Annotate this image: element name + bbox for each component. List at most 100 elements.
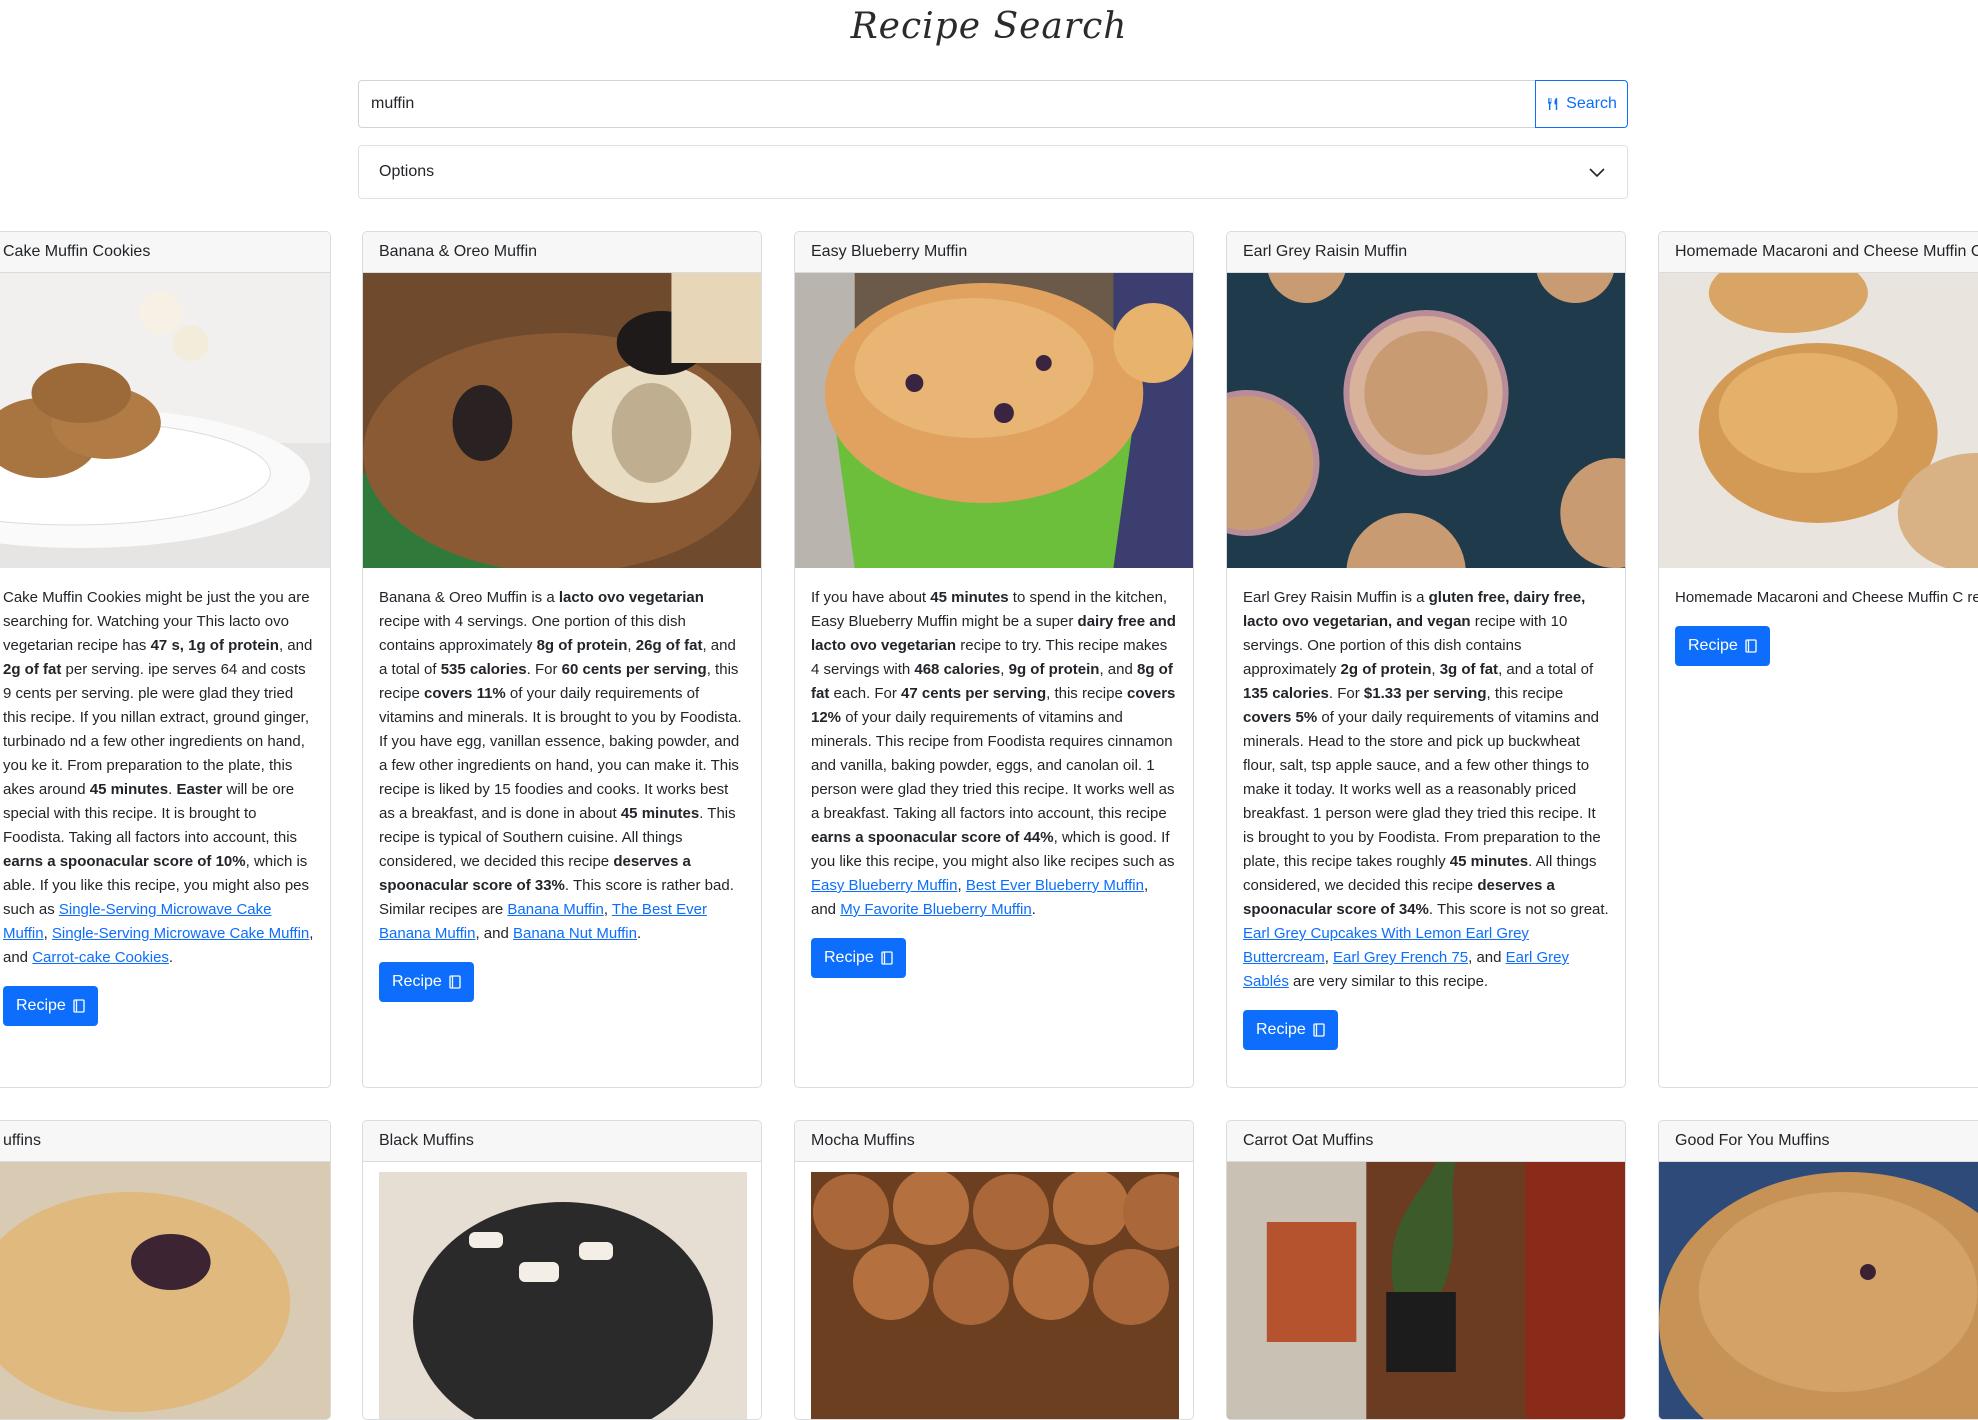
summary-highlight: 45 minutes xyxy=(930,589,1009,606)
recipe-image xyxy=(795,273,1193,568)
search-button-label: Search xyxy=(1566,95,1617,112)
recipe-card-title: Mocha Muffins xyxy=(795,1121,1193,1162)
summary-highlight: earns a spoonacular score of 10% xyxy=(3,853,246,870)
similar-recipe-link[interactable]: Single-Serving Microwave Cake Muffin xyxy=(52,925,309,942)
summary-highlight: earns a spoonacular score of 44% xyxy=(811,829,1054,846)
recipe-button[interactable]: Recipe xyxy=(1675,626,1770,666)
summary-highlight: 8g of protein xyxy=(536,637,628,654)
recipe-card-title: Good For You Muffins xyxy=(1659,1121,1978,1162)
recipe-title-text: Cake Muffin Cookies xyxy=(3,243,151,260)
recipe-button-label: Recipe xyxy=(1256,1021,1306,1038)
recipe-card-title: Banana & Oreo Muffin xyxy=(363,232,761,273)
summary-highlight: 2g of protein xyxy=(1340,661,1432,678)
similar-recipe-link[interactable]: Banana Nut Muffin xyxy=(513,925,637,942)
summary-highlight: Easter xyxy=(176,781,223,798)
recipe-button[interactable]: Recipe xyxy=(1243,1010,1338,1050)
summary-highlight: 60 cents per serving xyxy=(561,661,707,678)
summary-text: , and xyxy=(1468,949,1506,966)
summary-highlight: 468 calories xyxy=(914,661,1001,678)
recipe-title-text: uffins xyxy=(3,1132,41,1149)
options-accordion[interactable]: Options xyxy=(358,145,1628,199)
summary-text: , xyxy=(1324,949,1334,966)
summary-text: If you have about xyxy=(811,589,931,606)
recipe-card-title: Black Muffins xyxy=(363,1121,761,1162)
summary-text: , and xyxy=(278,637,313,654)
search-bar: Search xyxy=(358,80,1628,128)
recipe-image xyxy=(811,1172,1179,1419)
summary-text: Earl Grey Raisin Muffin is a xyxy=(1243,589,1429,606)
summary-text: akes around xyxy=(3,781,90,798)
summary-text: Homemade Macaroni and Cheese Muffin C xyxy=(1675,589,1968,606)
recipe-card: Mocha Muffins xyxy=(794,1120,1194,1420)
recipe-title-text: Carrot Oat Muffins xyxy=(1243,1132,1374,1149)
summary-text: . xyxy=(1031,901,1036,918)
similar-recipe-link[interactable]: Easy Blueberry Muffin xyxy=(811,877,957,894)
summary-text: , xyxy=(627,637,636,654)
recipe-image xyxy=(0,1162,330,1419)
summary-highlight: 9g of protein xyxy=(1008,661,1100,678)
similar-recipe-link[interactable]: Carrot-cake Cookies xyxy=(32,949,169,966)
similar-recipe-link[interactable]: Banana Muffin xyxy=(507,901,603,918)
summary-text: , and a total of xyxy=(1498,661,1594,678)
recipe-button-label: Recipe xyxy=(392,973,442,990)
recipe-card: Homemade Macaroni and Cheese Muffin C Ho… xyxy=(1658,231,1978,1088)
summary-text: , and xyxy=(1099,661,1137,678)
summary-text: Banana & Oreo Muffin is a xyxy=(379,589,559,606)
recipe-button[interactable]: Recipe xyxy=(379,962,474,1002)
book-icon xyxy=(881,951,893,965)
recipe-card: Easy Blueberry Muffin If you have about … xyxy=(794,231,1194,1088)
recipe-card-title: Earl Grey Raisin Muffin xyxy=(1227,232,1625,273)
summary-text: each. For xyxy=(829,685,902,702)
recipe-card-title: Easy Blueberry Muffin xyxy=(795,232,1193,273)
book-icon xyxy=(73,999,85,1013)
similar-recipe-link[interactable]: My Favorite Blueberry Muffin xyxy=(840,901,1031,918)
book-icon xyxy=(1745,639,1757,653)
recipe-title-text: Easy Blueberry Muffin xyxy=(811,243,968,260)
summary-highlight: s, 1g of protein xyxy=(171,637,279,654)
search-input[interactable] xyxy=(358,80,1535,128)
summary-highlight: lacto ovo vegetarian xyxy=(558,589,704,606)
recipe-summary: Cake Muffin Cookies might be just the yo… xyxy=(3,586,314,970)
summary-highlight: 47 xyxy=(150,637,168,654)
summary-text: , xyxy=(1431,661,1440,678)
summary-highlight: 3g of fat xyxy=(1439,661,1499,678)
summary-text: Cake Muffin Cookies might be just the xyxy=(3,589,260,606)
summary-highlight: 45 minutes xyxy=(620,805,700,822)
recipe-button[interactable]: Recipe xyxy=(3,986,98,1026)
recipe-image xyxy=(0,273,330,568)
similar-recipe-link[interactable]: Best Ever Blueberry Muffin xyxy=(966,877,1144,894)
recipe-card: uffins xyxy=(0,1120,331,1420)
chevron-down-icon xyxy=(1589,168,1605,178)
recipe-image xyxy=(1659,273,1978,568)
book-icon xyxy=(449,975,461,989)
recipe-card: Carrot Oat Muffins xyxy=(1226,1120,1626,1420)
book-icon xyxy=(1313,1023,1325,1037)
summary-text: , which is xyxy=(245,853,308,870)
summary-highlight: 535 calories xyxy=(440,661,527,678)
summary-text: , and xyxy=(475,925,513,942)
recipe-title-text: Black Muffins xyxy=(379,1132,474,1149)
summary-text: . For xyxy=(1328,685,1364,702)
recipe-card-title: Homemade Macaroni and Cheese Muffin C xyxy=(1659,232,1978,273)
recipe-button[interactable]: Recipe xyxy=(811,938,906,978)
summary-highlight: 45 minutes xyxy=(1449,853,1529,870)
recipe-title-text: Homemade Macaroni and Cheese Muffin C xyxy=(1675,243,1978,260)
recipe-card: Black Muffins xyxy=(362,1120,762,1420)
fork-knife-icon xyxy=(1548,98,1558,110)
search-button[interactable]: Search xyxy=(1535,80,1628,128)
recipe-title-text: Good For You Muffins xyxy=(1675,1132,1830,1149)
recipe-image xyxy=(1227,273,1625,568)
site-title: Recipe Search xyxy=(850,6,1128,47)
summary-text: able. If you like this recipe, you might… xyxy=(3,877,285,894)
recipe-button-label: Recipe xyxy=(16,997,66,1014)
recipe-image xyxy=(1659,1162,1978,1419)
summary-highlight: 26g of fat xyxy=(635,637,703,654)
recipe-image xyxy=(363,273,761,568)
summary-text: , this recipe xyxy=(1046,685,1127,702)
recipe-title-text: Mocha Muffins xyxy=(811,1132,915,1149)
recipe-image xyxy=(1227,1162,1625,1419)
similar-recipe-link[interactable]: Earl Grey French 75 xyxy=(1333,949,1468,966)
summary-text: will be xyxy=(222,781,273,798)
recipe-summary: If you have about 45 minutes to spend in… xyxy=(811,586,1177,922)
recipe-card: Cake Muffin Cookies Cake Muffin Cookies … xyxy=(0,231,331,1088)
